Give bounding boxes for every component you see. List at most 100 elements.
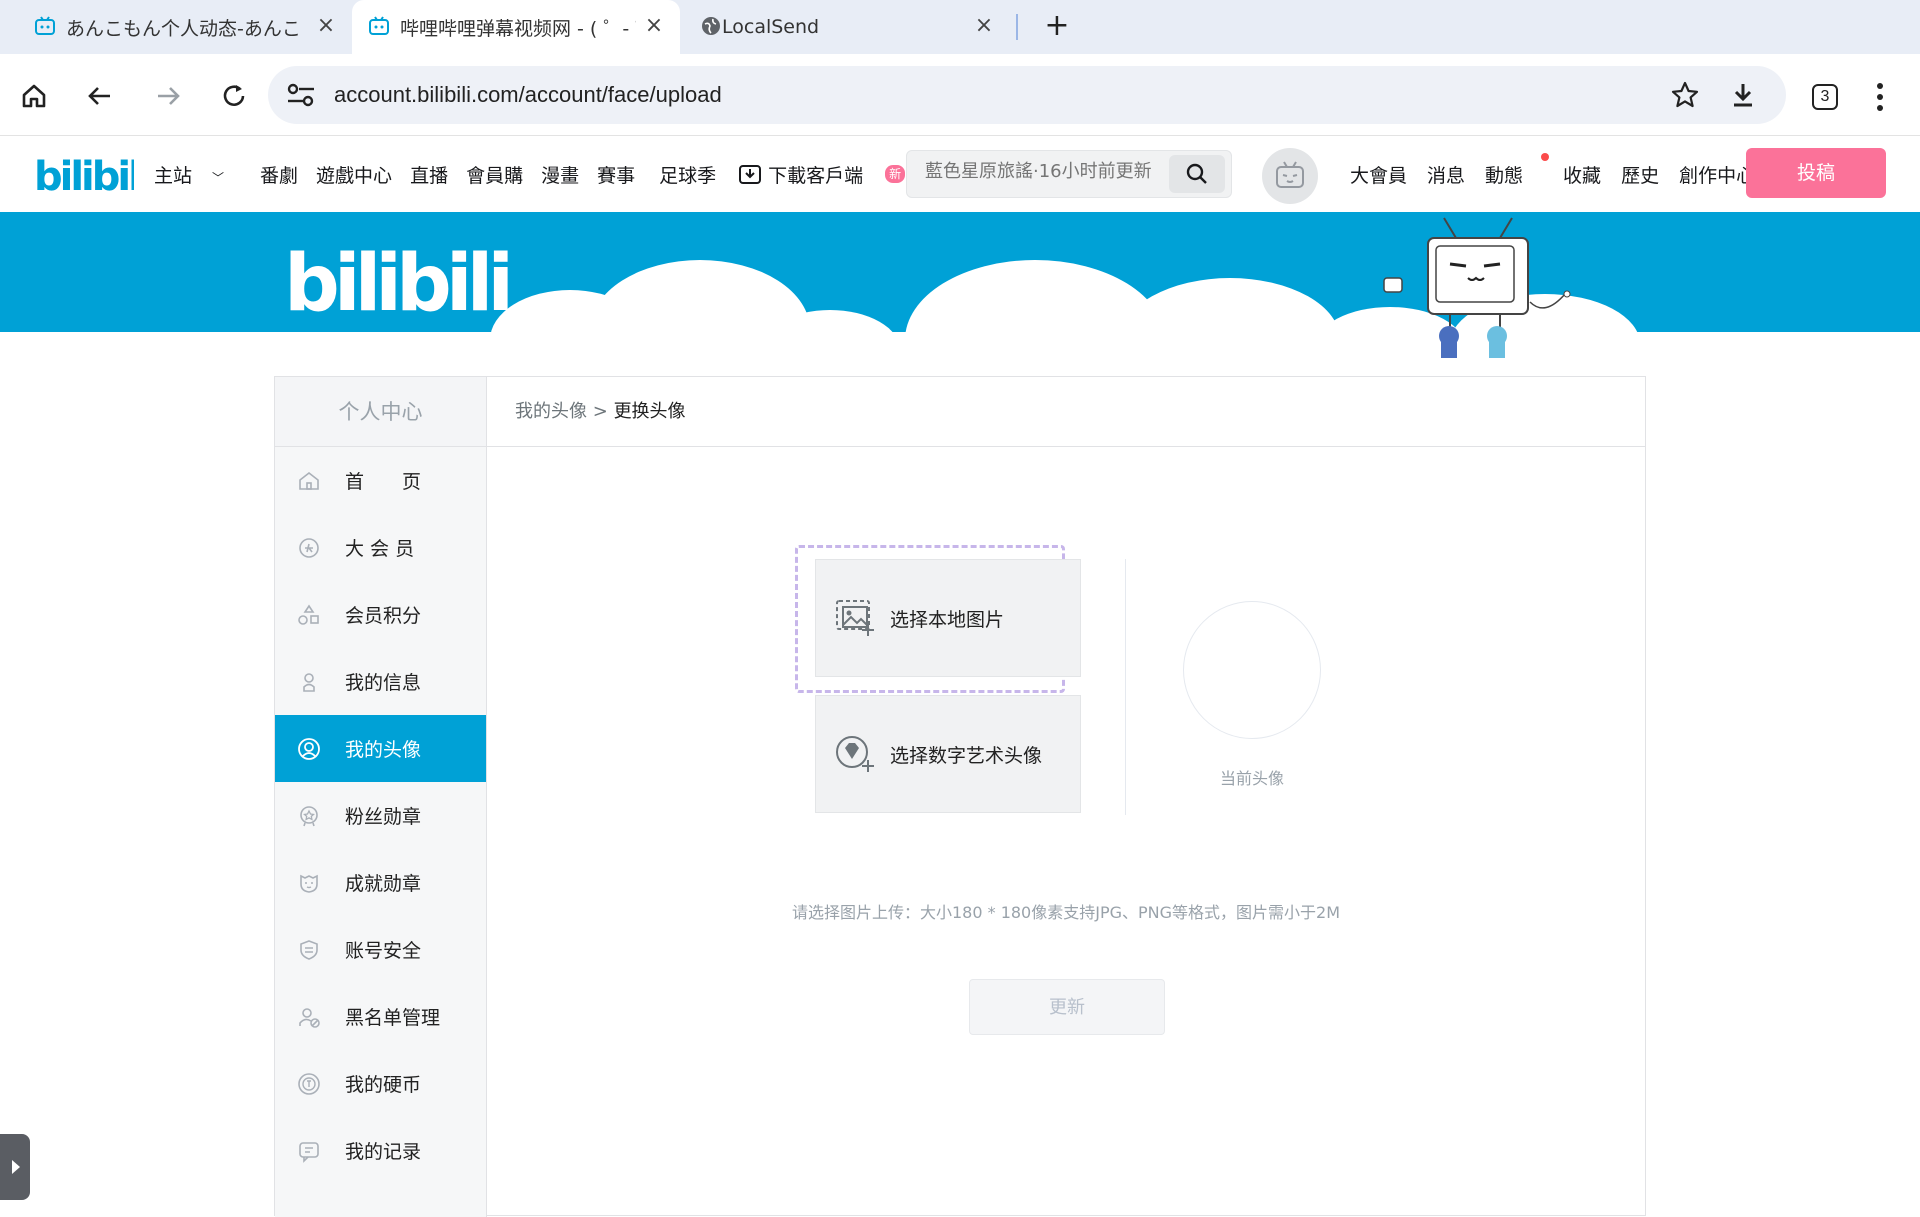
sidebar-item-vip[interactable]: 大 会 员 bbox=[275, 514, 486, 581]
achievement-icon bbox=[300, 874, 318, 893]
nav-manga[interactable]: 漫畫 bbox=[541, 161, 579, 188]
tab-separator bbox=[1016, 14, 1018, 40]
close-tab-icon[interactable]: × bbox=[314, 14, 338, 38]
nav-creator-center[interactable]: 創作中心 bbox=[1679, 161, 1755, 188]
update-button[interactable]: 更新 bbox=[969, 979, 1165, 1035]
blacklist-icon bbox=[299, 1008, 320, 1028]
notification-dot bbox=[1541, 152, 1550, 161]
sidebar-item-label: 首 页 bbox=[345, 471, 422, 493]
fan-medal-icon bbox=[300, 806, 318, 827]
sidebar-item-label: 大 会 员 bbox=[345, 538, 415, 560]
choose-digital-art-button[interactable]: 选择数字艺术头像 bbox=[815, 695, 1081, 813]
nav-vip[interactable]: 大會員 bbox=[1350, 161, 1407, 188]
nav-dynamics-label: 動態 bbox=[1485, 164, 1524, 187]
current-avatar-preview bbox=[1183, 601, 1321, 739]
sidebar-item-records[interactable]: 我的记录 bbox=[275, 1117, 486, 1184]
choose-local-image-button[interactable]: 选择本地图片 bbox=[815, 559, 1081, 677]
chevron-down-icon: ﹀ bbox=[212, 170, 225, 185]
bilibili-logo[interactable]: bilibili bbox=[34, 150, 134, 198]
sidebar-item-security[interactable]: 账号安全 bbox=[275, 916, 486, 983]
tab-title: あんこもん个人动态-あんこも bbox=[66, 17, 298, 40]
download-icon[interactable] bbox=[1728, 80, 1758, 110]
nav-dynamics[interactable]: 動態 bbox=[1485, 152, 1550, 188]
upload-button[interactable]: 投稿 bbox=[1746, 148, 1886, 198]
sidebar-item-label: 成就勋章 bbox=[345, 873, 422, 895]
search-icon bbox=[1186, 163, 1207, 184]
sidebar-item-label: 粉丝勋章 bbox=[345, 806, 422, 828]
bilibili-header: bilibili 主站 ﹀ 番劇 遊戲中心 直播 會員購 漫畫 賽事 足球季 下載… bbox=[0, 136, 1920, 212]
sidebar-title: 个人中心 bbox=[275, 377, 486, 447]
tab-count-button[interactable]: 3 bbox=[1812, 84, 1838, 110]
bilibili-favicon-icon bbox=[35, 16, 55, 35]
nav-shop[interactable]: 會員購 bbox=[466, 161, 523, 188]
sidebar-item-label: 我的信息 bbox=[345, 672, 422, 694]
home-icon bbox=[299, 471, 319, 490]
browser-toolbar: account.bilibili.com/account/face/upload… bbox=[0, 54, 1920, 136]
new-tab-button[interactable]: + bbox=[1040, 10, 1074, 44]
site-settings-icon bbox=[287, 83, 314, 107]
divider bbox=[1125, 559, 1126, 815]
nav-football[interactable]: 足球季 bbox=[659, 161, 716, 188]
sidebar-item-coins[interactable]: 我的硬币 bbox=[275, 1050, 486, 1117]
nav-esports[interactable]: 賽事 bbox=[597, 161, 635, 188]
sidebar-item-avatar[interactable]: 我的头像 bbox=[275, 715, 486, 782]
nav-favorites[interactable]: 收藏 bbox=[1563, 161, 1601, 188]
nav-history[interactable]: 歷史 bbox=[1621, 161, 1659, 188]
download-client-link[interactable]: 下載客戶端 新 bbox=[738, 161, 923, 188]
download-client-label: 下載客戶端 bbox=[768, 164, 864, 187]
nav-live[interactable]: 直播 bbox=[410, 161, 448, 188]
sidebar-item-points[interactable]: 会员积分 bbox=[275, 581, 486, 648]
back-button[interactable] bbox=[78, 74, 122, 118]
close-tab-icon[interactable]: × bbox=[972, 14, 996, 38]
home-button[interactable] bbox=[12, 74, 56, 118]
image-upload-icon bbox=[836, 600, 874, 636]
svg-text:bilibili: bilibili bbox=[34, 154, 134, 198]
sidebar-item-achievement[interactable]: 成就勋章 bbox=[275, 849, 486, 916]
bookmark-star-icon[interactable] bbox=[1670, 80, 1700, 110]
reload-icon bbox=[223, 85, 245, 106]
sidebar-item-home[interactable]: 首 页 bbox=[275, 447, 486, 514]
breadcrumb: 我的头像 > 更换头像 bbox=[487, 377, 1645, 447]
sidebar-item-fan-medal[interactable]: 粉丝勋章 bbox=[275, 782, 486, 849]
browser-tab-bar: あんこもん个人动态-あんこも × 哔哩哔哩弹幕视频网 - ( ゜- ゜ × Lo… bbox=[0, 0, 1920, 54]
vip-icon bbox=[299, 538, 319, 558]
address-bar[interactable]: account.bilibili.com/account/face/upload bbox=[268, 66, 1786, 124]
nav-messages[interactable]: 消息 bbox=[1427, 161, 1465, 188]
nav-bangumi[interactable]: 番劇 bbox=[260, 161, 298, 188]
sidebar-item-label: 我的记录 bbox=[345, 1141, 422, 1163]
sidebar-item-label: 我的硬币 bbox=[345, 1074, 422, 1096]
sidebar-item-info[interactable]: 我的信息 bbox=[275, 648, 486, 715]
record-icon bbox=[299, 1142, 319, 1163]
sidebar-item-blacklist[interactable]: 黑名单管理 bbox=[275, 983, 486, 1050]
header-right-menu: 大會員 消息 動態 收藏 歷史 創作中心 bbox=[1350, 136, 1775, 212]
sidebar-item-label: 会员积分 bbox=[345, 605, 422, 627]
search-input[interactable] bbox=[925, 161, 1155, 182]
coin-icon bbox=[298, 1073, 320, 1095]
browser-tab-1[interactable]: あんこもん个人动态-あんこも × bbox=[0, 0, 352, 54]
reload-button[interactable] bbox=[212, 74, 256, 118]
choose-local-image-label: 选择本地图片 bbox=[890, 608, 1005, 631]
nav-game-center[interactable]: 遊戲中心 bbox=[316, 161, 392, 188]
digital-art-icon bbox=[836, 736, 874, 772]
points-icon bbox=[298, 604, 319, 625]
side-panel-toggle[interactable] bbox=[0, 1134, 30, 1200]
main-nav: 主站 ﹀ 番劇 遊戲中心 直播 會員購 漫畫 賽事 足球季 下載客戶端 新 bbox=[154, 136, 941, 212]
search-box bbox=[906, 150, 1232, 198]
user-avatar[interactable] bbox=[1262, 148, 1318, 204]
browser-tab-2[interactable]: 哔哩哔哩弹幕视频网 - ( ゜- ゜ × bbox=[352, 0, 680, 54]
user-icon bbox=[303, 673, 315, 692]
download-client-icon bbox=[739, 165, 762, 184]
sidebar-item-label: 账号安全 bbox=[345, 940, 422, 962]
breadcrumb-parent[interactable]: 我的头像 bbox=[515, 401, 587, 422]
arrow-left-icon bbox=[88, 87, 110, 105]
browser-tab-3[interactable]: LocalSend × bbox=[680, 0, 1010, 54]
close-tab-icon[interactable]: × bbox=[642, 14, 666, 38]
search-button[interactable] bbox=[1169, 155, 1225, 193]
nav-main-site[interactable]: 主站 ﹀ bbox=[154, 161, 242, 188]
more-menu-icon[interactable] bbox=[1868, 80, 1892, 114]
account-banner: bilibili bbox=[0, 212, 1920, 420]
forward-button[interactable] bbox=[146, 74, 190, 118]
tab-title: LocalSend bbox=[722, 16, 820, 38]
nav-label: 主站 bbox=[154, 164, 193, 187]
sidebar-item-label: 我的头像 bbox=[345, 739, 422, 761]
